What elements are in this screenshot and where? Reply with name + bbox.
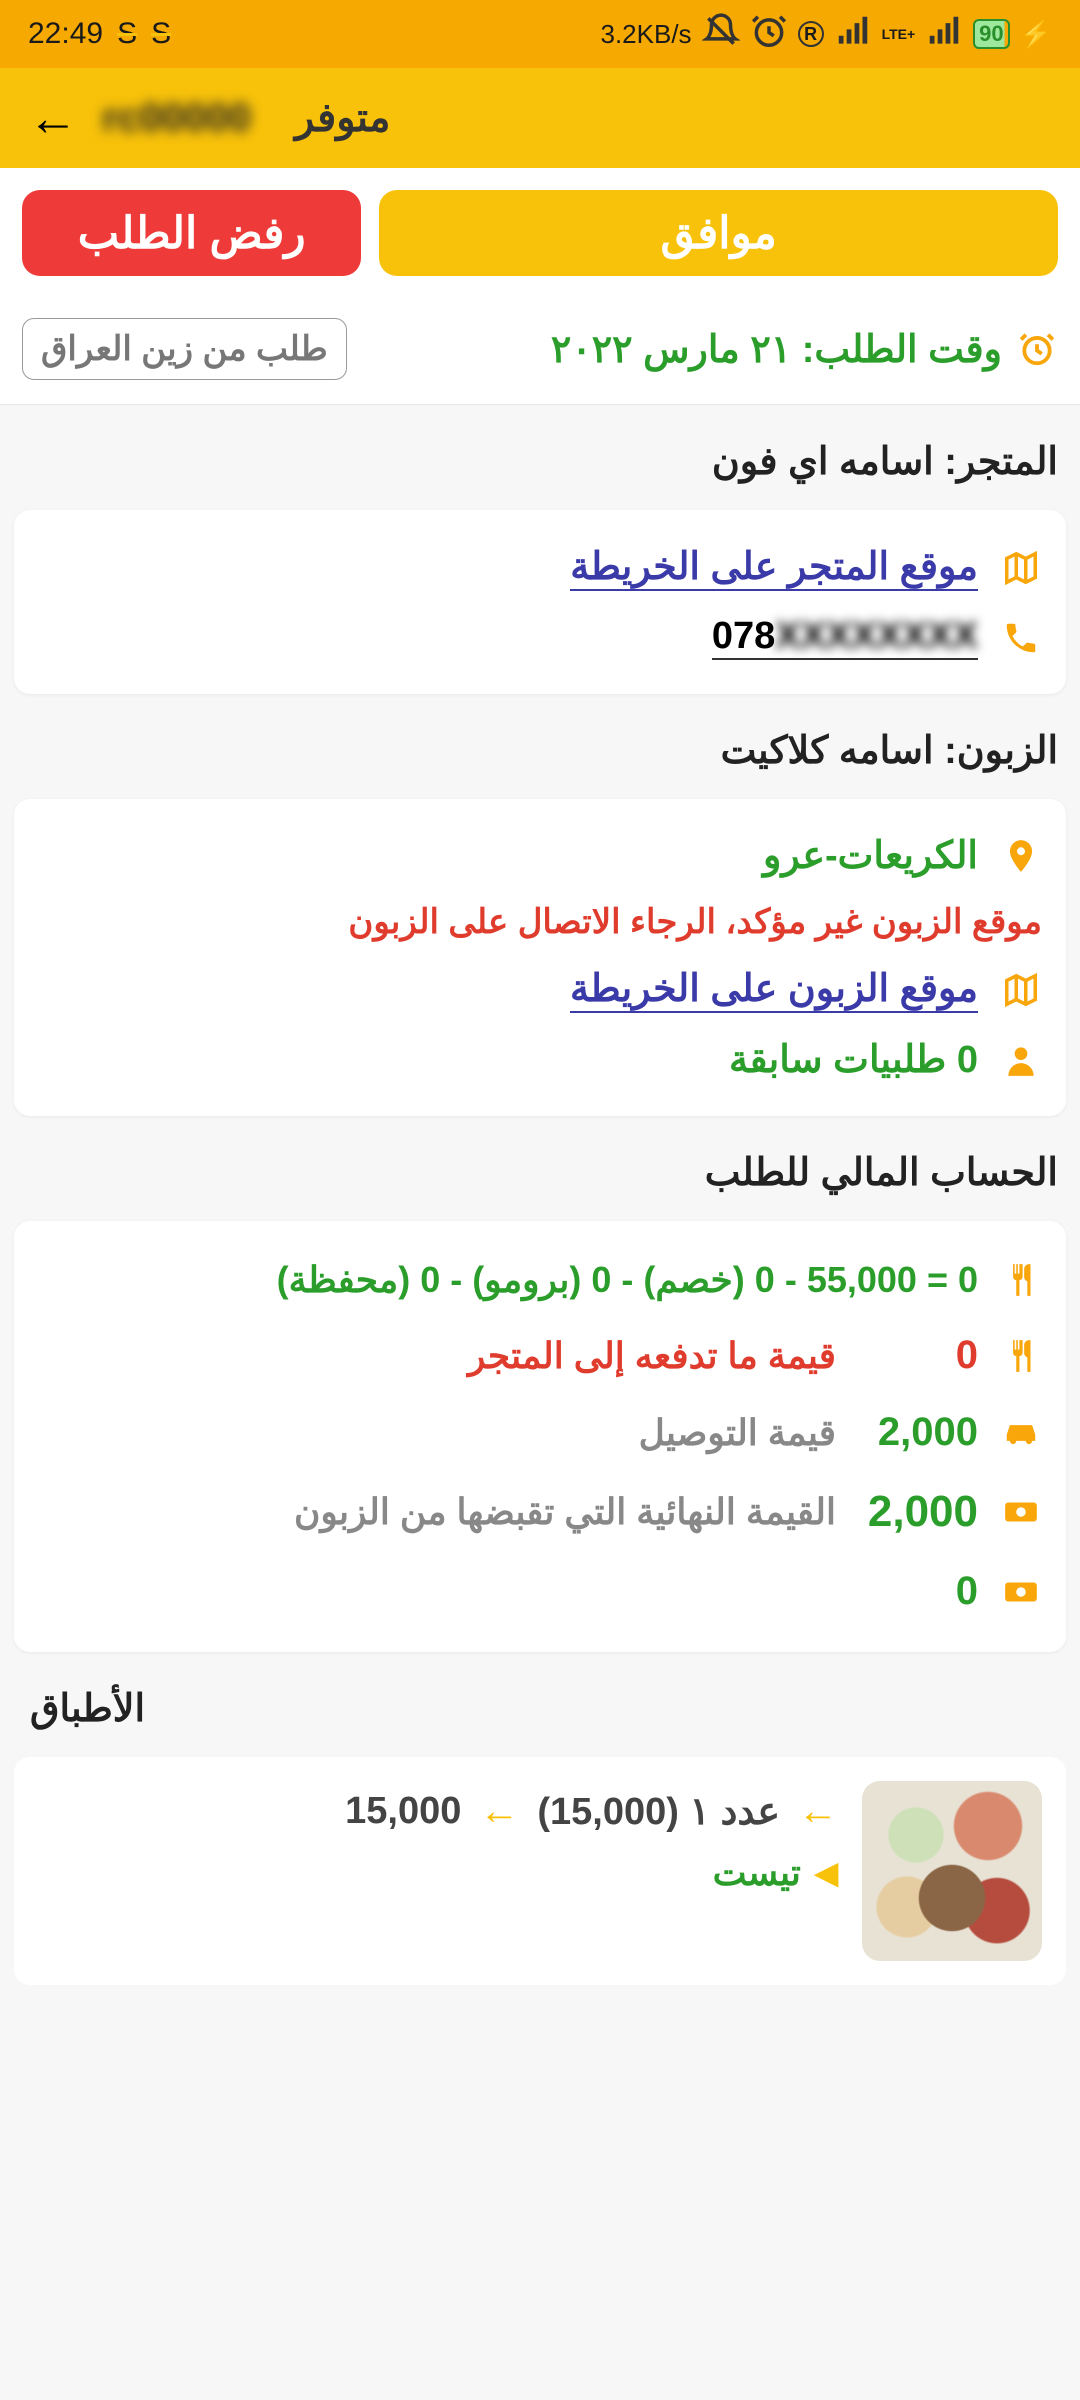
finance-store-pay-label: قيمة ما تدفعه إلى المتجر xyxy=(38,1335,836,1377)
customer-map-row[interactable]: موقع الزبون على الخريطة xyxy=(38,954,1042,1025)
status-icon-1: S xyxy=(117,17,137,51)
finance-extra-value: 0 xyxy=(858,1569,978,1614)
person-icon xyxy=(1000,1041,1042,1079)
reject-button[interactable]: رفض الطلب xyxy=(22,190,361,276)
prev-orders-row: 0 طلبيات سابقة xyxy=(38,1025,1042,1094)
signal-icon-2 xyxy=(925,12,963,57)
dish-item[interactable]: ← عدد ١ (15,000) ← 15,000 ◀ تيست xyxy=(14,1757,1066,1985)
arrow-left-icon: ← xyxy=(479,1789,519,1834)
cash-icon xyxy=(1000,1493,1042,1531)
lte-label: LTE+ xyxy=(882,28,916,41)
dishes-heading: الأطباق xyxy=(0,1652,1080,1757)
dish-name: تيست xyxy=(713,1852,801,1894)
finance-total-label: القيمة النهائية التي تقبضها من الزبون xyxy=(38,1491,836,1533)
app-bar: ← rc00000 متوفر xyxy=(0,68,1080,168)
charging-icon: ⚡ xyxy=(1020,19,1052,50)
driver-id: rc00000 xyxy=(102,96,251,141)
store-card: موقع المتجر على الخريطة 078XXXXXXXX xyxy=(14,510,1066,694)
finance-extra-row: 0 xyxy=(38,1553,1042,1630)
order-time-row: وقت الطلب: ٢١ مارس ٢٠٢٢ طلب من زين العرا… xyxy=(0,298,1080,405)
status-bar: 22:49 S S 3.2KB/s R LTE+ 90 ⚡ xyxy=(0,0,1080,68)
pin-icon xyxy=(1000,837,1042,875)
customer-address: الكريعات-عرو xyxy=(763,833,978,878)
mute-icon xyxy=(702,12,740,57)
finance-heading: الحساب المالي للطلب xyxy=(0,1116,1080,1221)
status-time: 22:49 xyxy=(28,17,103,51)
customer-warning-row: موقع الزبون غير مؤكد، الرجاء الاتصال على… xyxy=(38,890,1042,954)
finance-breakdown-row: 0 = 55,000 - 0 (خصم) - 0 (برومو) - 0 (مح… xyxy=(38,1243,1042,1317)
car-icon xyxy=(1000,1414,1042,1452)
finance-delivery-label: قيمة التوصيل xyxy=(38,1412,836,1454)
clock-icon xyxy=(1016,330,1058,368)
back-arrow-icon[interactable]: ← xyxy=(28,89,78,147)
customer-card: الكريعات-عرو موقع الزبون غير مؤكد، الرجا… xyxy=(14,799,1066,1116)
prev-orders-count: 0 طلبيات سابقة xyxy=(729,1037,978,1082)
finance-total-row: 2,000 القيمة النهائية التي تقبضها من الز… xyxy=(38,1471,1042,1553)
accept-button[interactable]: موافق xyxy=(379,190,1058,276)
store-phone-row[interactable]: 078XXXXXXXX xyxy=(38,603,1042,672)
finance-store-pay-row: 0 قيمة ما تدفعه إلى المتجر xyxy=(38,1317,1042,1394)
customer-location-warning: موقع الزبون غير مؤكد، الرجاء الاتصال على… xyxy=(348,902,1042,942)
customer-address-row: الكريعات-عرو xyxy=(38,821,1042,890)
caret-left-icon: ◀ xyxy=(815,1856,838,1891)
finance-total-value: 2,000 xyxy=(858,1487,978,1537)
signal-icon-1 xyxy=(834,12,872,57)
customer-map-link[interactable]: موقع الزبون على الخريطة xyxy=(570,966,978,1013)
finance-delivery-value: 2,000 xyxy=(858,1410,978,1455)
utensils-icon xyxy=(1000,1261,1042,1299)
dish-image xyxy=(862,1781,1042,1961)
cash-icon xyxy=(1000,1573,1042,1611)
map-icon xyxy=(1000,971,1042,1009)
finance-delivery-row: 2,000 قيمة التوصيل xyxy=(38,1394,1042,1471)
dish-total: 15,000 xyxy=(345,1790,461,1833)
zain-badge: طلب من زين العراق xyxy=(22,318,347,380)
availability-status: متوفر xyxy=(295,95,390,141)
action-buttons-row: موافق رفض الطلب xyxy=(0,168,1080,298)
dish-name-row: ◀ تيست xyxy=(38,1852,838,1894)
finance-store-pay-value: 0 xyxy=(858,1333,978,1378)
alarm-icon xyxy=(750,12,788,57)
store-heading: المتجر: اسامه اي فون xyxy=(0,405,1080,510)
status-icon-2: S xyxy=(151,17,171,51)
dish-qty-price: عدد ١ (15,000) xyxy=(537,1789,780,1834)
map-icon xyxy=(1000,549,1042,587)
store-map-link[interactable]: موقع المتجر على الخريطة xyxy=(570,544,978,591)
dish-qty-price-row: ← عدد ١ (15,000) ← 15,000 xyxy=(38,1789,838,1834)
registered-icon: R xyxy=(798,21,824,47)
finance-breakdown: 0 = 55,000 - 0 (خصم) - 0 (برومو) - 0 (مح… xyxy=(38,1259,978,1301)
phone-icon xyxy=(1000,619,1042,657)
utensils-icon xyxy=(1000,1337,1042,1375)
store-phone[interactable]: 078XXXXXXXX xyxy=(712,615,978,660)
store-map-row[interactable]: موقع المتجر على الخريطة xyxy=(38,532,1042,603)
network-speed: 3.2KB/s xyxy=(601,19,692,50)
order-time-label: وقت الطلب: ٢١ مارس ٢٠٢٢ xyxy=(551,327,1002,372)
customer-heading: الزبون: اسامه كلاكيت xyxy=(0,694,1080,799)
finance-card: 0 = 55,000 - 0 (خصم) - 0 (برومو) - 0 (مح… xyxy=(14,1221,1066,1652)
arrow-left-icon: ← xyxy=(798,1789,838,1834)
battery-indicator: 90 xyxy=(973,19,1009,49)
